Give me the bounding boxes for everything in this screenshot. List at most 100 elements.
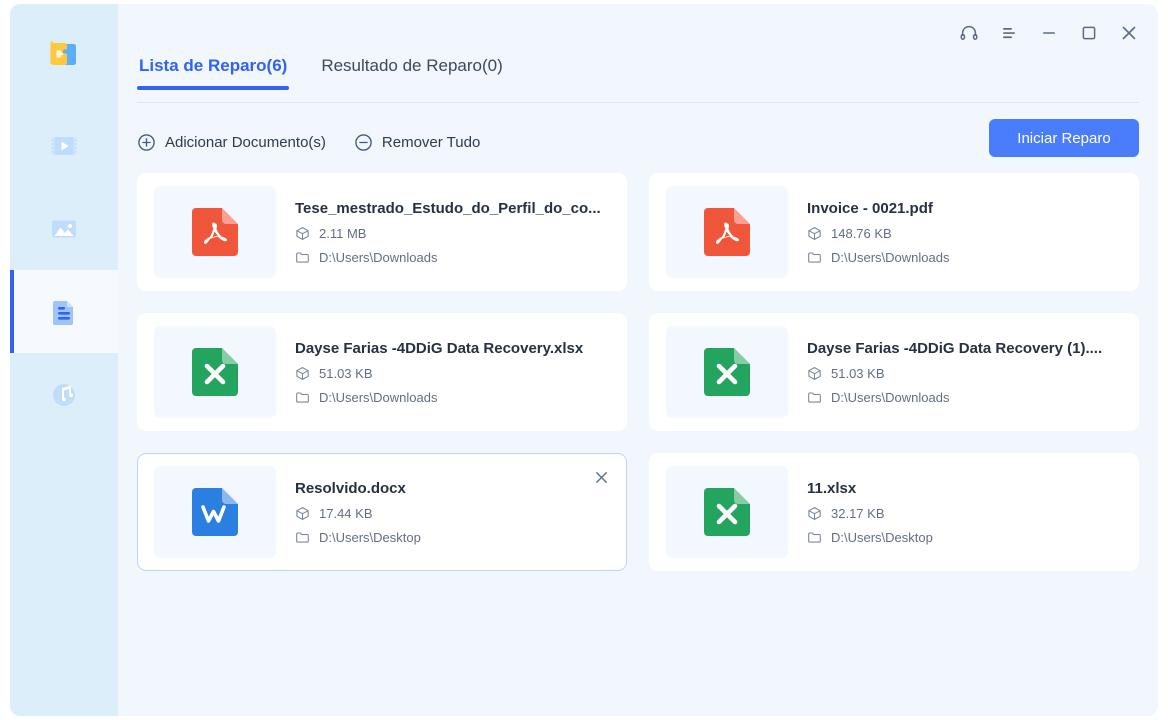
toolbar: Adicionar Documento(s) Remover Tudo Inic… xyxy=(137,119,1139,162)
minimize-button[interactable] xyxy=(1034,18,1064,48)
remove-all-button[interactable]: Remover Tudo xyxy=(354,133,480,152)
file-name: Tese_mestrado_Estudo_do_Perfil_do_co... xyxy=(295,199,601,217)
sidebar-item-video-repair[interactable] xyxy=(10,104,118,187)
file-details: Dayse Farias -4DDiG Data Recovery (1)...… xyxy=(807,340,1122,405)
file-size: 51.03 KB xyxy=(831,365,885,381)
file-thumbnail xyxy=(154,326,276,418)
close-window-button[interactable] xyxy=(1114,18,1144,48)
file-path: D:\Users\Downloads xyxy=(831,249,950,265)
tab-repair-result[interactable]: Resultado de Reparo(0) xyxy=(319,56,504,90)
file-details: Invoice - 0021.pdf 148.76 KB D:\Users\Do… xyxy=(807,200,1122,265)
folder-icon xyxy=(808,391,821,403)
file-thumbnail xyxy=(154,466,276,558)
image-icon xyxy=(52,220,76,237)
start-repair-button[interactable]: Iniciar Reparo xyxy=(989,119,1139,157)
sidebar-item-photo-repair[interactable] xyxy=(10,187,118,270)
4ddig-logo-icon xyxy=(47,37,81,71)
remove-file-button[interactable] xyxy=(588,464,614,490)
support-button[interactable] xyxy=(954,18,984,48)
word-file-icon xyxy=(192,488,238,536)
sidebar-item-audio-repair[interactable] xyxy=(10,353,118,436)
excel-file-icon xyxy=(192,348,238,396)
file-size-row: 2.11 MB xyxy=(295,226,610,241)
file-size: 17.44 KB xyxy=(319,505,373,521)
file-thumbnail xyxy=(154,186,276,278)
folder-icon xyxy=(296,251,309,263)
file-card[interactable]: Resolvido.docx 17.44 KB D:\Users\Desktop xyxy=(137,453,627,571)
file-path-row: D:\Users\Desktop xyxy=(807,530,1122,545)
file-card[interactable]: Dayse Farias -4DDiG Data Recovery.xlsx 5… xyxy=(137,313,627,431)
app-logo xyxy=(10,4,118,104)
file-details: Dayse Farias -4DDiG Data Recovery.xlsx 5… xyxy=(295,340,610,405)
pdf-file-icon xyxy=(192,208,238,256)
file-path-row: D:\Users\Desktop xyxy=(295,530,610,545)
add-documents-button[interactable]: Adicionar Documento(s) xyxy=(137,133,326,152)
box-icon xyxy=(808,506,821,520)
folder-icon xyxy=(296,391,309,403)
add-documents-label: Adicionar Documento(s) xyxy=(165,133,326,151)
headphones-icon xyxy=(960,25,978,40)
box-icon xyxy=(808,366,821,380)
file-card[interactable]: 11.xlsx 32.17 KB D:\Users\Desktop xyxy=(649,453,1139,571)
file-path-row: D:\Users\Downloads xyxy=(295,390,610,405)
window-controls xyxy=(954,18,1144,48)
app-window: Lista de Reparo(6) Resultado de Reparo(0… xyxy=(0,0,1168,720)
tab-divider xyxy=(137,102,1139,103)
box-icon xyxy=(296,366,309,380)
close-icon xyxy=(1122,26,1136,40)
plus-circle-icon xyxy=(138,133,155,151)
file-path-row: D:\Users\Downloads xyxy=(807,250,1122,265)
excel-file-icon xyxy=(704,348,750,396)
maximize-icon xyxy=(1082,26,1096,40)
close-icon xyxy=(595,471,607,483)
file-size-row: 51.03 KB xyxy=(807,366,1122,381)
file-path: D:\Users\Desktop xyxy=(831,529,933,545)
file-size: 2.11 MB xyxy=(319,225,367,241)
excel-file-icon xyxy=(704,488,750,536)
video-icon xyxy=(51,136,77,155)
box-icon xyxy=(296,506,309,520)
box-icon xyxy=(296,226,309,240)
remove-all-label: Remover Tudo xyxy=(381,133,481,151)
box-icon xyxy=(808,226,821,240)
file-size-row: 17.44 KB xyxy=(295,506,610,521)
file-size-row: 148.76 KB xyxy=(807,226,1122,241)
menu-button[interactable] xyxy=(994,18,1024,48)
file-card-grid: Tese_mestrado_Estudo_do_Perfil_do_co... … xyxy=(137,173,1139,571)
folder-icon xyxy=(296,531,309,543)
file-name: Resolvido.docx xyxy=(295,479,406,497)
file-details: Tese_mestrado_Estudo_do_Perfil_do_co... … xyxy=(295,200,610,265)
tab-repair-list[interactable]: Lista de Reparo(6) xyxy=(137,56,290,90)
file-size-row: 32.17 KB xyxy=(807,506,1122,521)
file-path: D:\Users\Downloads xyxy=(319,249,438,265)
file-thumbnail xyxy=(666,466,788,558)
pdf-file-icon xyxy=(704,208,750,256)
file-size-row: 51.03 KB xyxy=(295,366,610,381)
sidebar-item-document-repair[interactable] xyxy=(10,270,118,353)
file-path-row: D:\Users\Downloads xyxy=(295,250,610,265)
file-thumbnail xyxy=(666,186,788,278)
music-icon xyxy=(53,383,75,406)
file-name: 11.xlsx xyxy=(807,479,857,497)
file-path: D:\Users\Downloads xyxy=(831,389,950,405)
file-card[interactable]: Tese_mestrado_Estudo_do_Perfil_do_co... … xyxy=(137,173,627,291)
file-name: Dayse Farias -4DDiG Data Recovery (1)...… xyxy=(807,339,1103,357)
file-path: D:\Users\Downloads xyxy=(319,389,438,405)
file-path-row: D:\Users\Downloads xyxy=(807,390,1122,405)
file-card[interactable]: Invoice - 0021.pdf 148.76 KB D:\Users\Do… xyxy=(649,173,1139,291)
file-details: 11.xlsx 32.17 KB D:\Users\Desktop xyxy=(807,480,1122,545)
file-path: D:\Users\Desktop xyxy=(319,529,421,545)
tab-bar: Lista de Reparo(6) Resultado de Reparo(0… xyxy=(137,56,505,90)
file-size: 51.03 KB xyxy=(319,365,373,381)
maximize-button[interactable] xyxy=(1074,18,1104,48)
file-size: 148.76 KB xyxy=(831,225,892,241)
file-details: Resolvido.docx 17.44 KB D:\Users\Desktop xyxy=(295,480,610,545)
file-card[interactable]: Dayse Farias -4DDiG Data Recovery (1)...… xyxy=(649,313,1139,431)
file-name: Dayse Farias -4DDiG Data Recovery.xlsx xyxy=(295,339,584,357)
folder-icon xyxy=(808,531,821,543)
sidebar xyxy=(10,4,118,716)
file-name: Invoice - 0021.pdf xyxy=(807,199,933,217)
folder-icon xyxy=(808,251,821,263)
hamburger-menu-icon xyxy=(1003,28,1015,39)
file-thumbnail xyxy=(666,326,788,418)
